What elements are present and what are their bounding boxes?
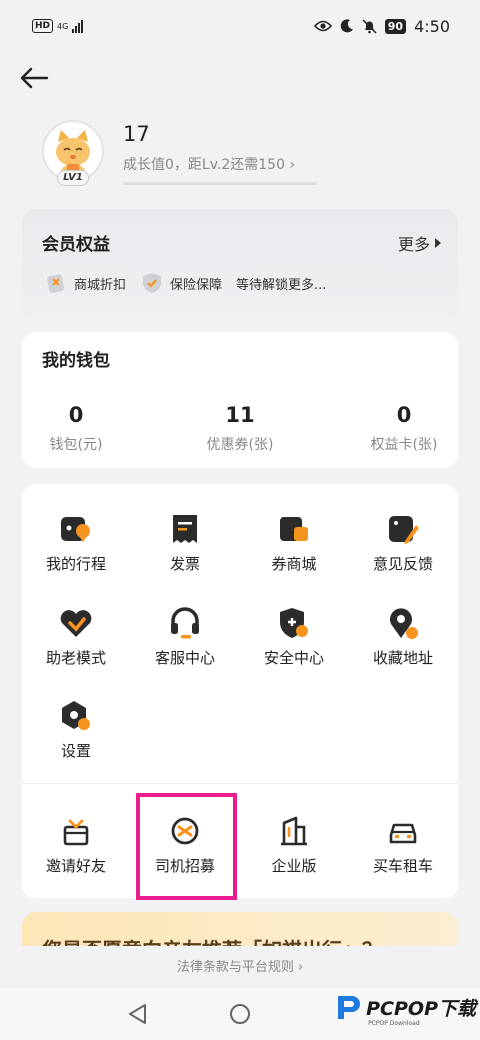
wallet-label: 权益卡(张) xyxy=(370,437,438,453)
safety-shield-icon xyxy=(280,608,308,638)
highlight-box xyxy=(136,793,237,900)
wallet-coupons[interactable]: 11 优惠券(张) xyxy=(180,402,300,454)
divider xyxy=(22,783,458,784)
service-coupon-mall[interactable]: 券商城 xyxy=(240,511,348,574)
service-safety-center[interactable]: 安全中心 xyxy=(240,605,348,668)
service-feedback[interactable]: 意见反馈 xyxy=(349,511,457,574)
wallet-title: 我的钱包 xyxy=(42,351,110,371)
gift-box-icon xyxy=(63,819,89,846)
status-right: 90 4:50 xyxy=(313,16,450,36)
legal-terms-link[interactable]: 法律条款与平台规则 › xyxy=(0,946,480,990)
location-pin-icon xyxy=(390,608,418,639)
username: 17 xyxy=(123,122,150,146)
wallet-value: 11 xyxy=(225,403,255,427)
wallet-value: 0 xyxy=(396,403,412,427)
chevron-right-icon: › xyxy=(289,157,296,173)
service-label: 客服中心 xyxy=(154,649,215,667)
triangle-back-icon xyxy=(129,1004,146,1024)
status-bar: HD 4G 90 4:50 xyxy=(0,0,480,52)
elderly-mode-icon xyxy=(60,610,92,637)
insurance-shield-icon xyxy=(143,273,162,293)
service-label: 邀请好友 xyxy=(45,857,106,875)
watermark: PCPOP下载 PCPOP Download xyxy=(334,992,476,1027)
service-elderly-mode[interactable]: 助老模式 xyxy=(22,605,130,668)
back-arrow-icon xyxy=(20,67,49,89)
member-benefits-card[interactable]: 会员权益 更多 商城折扣 保险保障 等待解锁更多... xyxy=(22,209,458,319)
wallet-label: 优惠券(张) xyxy=(206,437,274,453)
service-label: 安全中心 xyxy=(263,649,324,667)
benefit-insurance[interactable]: 保险保障 xyxy=(140,271,222,295)
mute-bell-icon xyxy=(362,18,377,34)
benefit-label: 商城折扣 xyxy=(74,277,127,293)
service-label: 意见反馈 xyxy=(372,555,433,573)
level-badge: LV1 xyxy=(57,170,89,186)
service-saved-addresses[interactable]: 收藏地址 xyxy=(349,605,457,668)
watermark-brand: PCPOP下载 xyxy=(366,997,476,1020)
building-icon xyxy=(281,816,307,846)
profile-header[interactable]: LV1 17 成长值0，距Lv.2还需150 › xyxy=(42,120,442,190)
invoice-icon xyxy=(173,515,197,543)
service-label: 收藏地址 xyxy=(372,649,433,667)
recommend-survey-banner[interactable]: 您是否愿意向亲友推荐「如祺出行」？ xyxy=(22,912,458,946)
service-label: 发票 xyxy=(169,555,200,573)
service-buy-rent-car[interactable]: 买车租车 xyxy=(349,813,457,876)
nav-back-button[interactable] xyxy=(126,1002,148,1030)
coupon-mall-icon xyxy=(277,517,308,541)
eye-icon xyxy=(313,20,332,32)
hd-indicator: HD xyxy=(32,19,54,33)
service-label: 助老模式 xyxy=(45,649,106,667)
clock: 4:50 xyxy=(414,16,450,36)
moon-icon xyxy=(340,19,353,33)
triangle-right-icon xyxy=(435,238,441,248)
benefit-mall-discount[interactable]: 商城折扣 xyxy=(44,271,126,295)
watermark-sub: PCPOP Download xyxy=(368,1020,420,1027)
trip-icon xyxy=(61,517,90,542)
wallet-balance[interactable]: 0 钱包(元) xyxy=(16,402,136,454)
service-invoice[interactable]: 发票 xyxy=(131,511,239,574)
network-type: 4G xyxy=(57,21,69,31)
circle-home-icon xyxy=(230,1004,250,1024)
service-label: 我的行程 xyxy=(45,555,106,573)
service-my-trips[interactable]: 我的行程 xyxy=(22,511,130,574)
wallet-card: 我的钱包 0 钱包(元) 11 优惠券(张) 0 权益卡(张) xyxy=(22,332,458,468)
legal-label: 法律条款与平台规则 xyxy=(176,960,294,975)
car-icon xyxy=(389,823,417,844)
service-label: 买车租车 xyxy=(372,857,433,875)
benefits-title: 会员权益 xyxy=(42,235,110,255)
banner-text: 您是否愿意向亲友推荐「如祺出行」？ xyxy=(42,934,382,946)
service-customer-center[interactable]: 客服中心 xyxy=(131,605,239,668)
back-button[interactable] xyxy=(16,60,52,96)
wallet-value: 0 xyxy=(68,403,84,427)
settings-icon xyxy=(62,701,90,730)
signal-icon xyxy=(72,19,84,33)
wallet-label: 钱包(元) xyxy=(49,437,103,453)
service-settings[interactable]: 设置 xyxy=(22,698,130,761)
services-card: 我的行程 发票 券商城 意见反馈 助老模式 客服中心 安全中心 收藏地址 设置 … xyxy=(22,484,458,900)
feedback-icon xyxy=(389,516,419,544)
mall-discount-icon xyxy=(47,274,65,293)
more-label: 更多 xyxy=(397,235,430,254)
service-invite-friends[interactable]: 邀请好友 xyxy=(22,813,130,876)
wallet-benefit-cards[interactable]: 0 权益卡(张) xyxy=(344,402,464,454)
service-label: 设置 xyxy=(60,742,91,760)
service-label: 券商城 xyxy=(271,555,317,573)
chevron-right-icon: › xyxy=(297,960,304,975)
pcpop-logo-icon xyxy=(338,996,361,1019)
nav-home-button[interactable] xyxy=(228,1002,252,1030)
growth-link[interactable]: 成长值0，距Lv.2还需150 › xyxy=(123,154,295,174)
headset-icon xyxy=(171,607,199,639)
service-enterprise[interactable]: 企业版 xyxy=(240,813,348,876)
status-left: HD 4G xyxy=(32,19,84,33)
battery-icon: 90 xyxy=(384,18,407,34)
service-label: 企业版 xyxy=(271,857,317,875)
benefit-label: 等待解锁更多... xyxy=(236,277,327,293)
growth-text: 成长值0，距Lv.2还需150 xyxy=(123,157,285,173)
growth-progress-bar xyxy=(123,182,317,185)
benefit-list: 商城折扣 保险保障 等待解锁更多... xyxy=(44,271,326,295)
benefit-unlock-more: 等待解锁更多... xyxy=(236,274,326,293)
benefit-label: 保险保障 xyxy=(170,277,223,293)
benefits-more-link[interactable]: 更多 xyxy=(398,231,442,255)
